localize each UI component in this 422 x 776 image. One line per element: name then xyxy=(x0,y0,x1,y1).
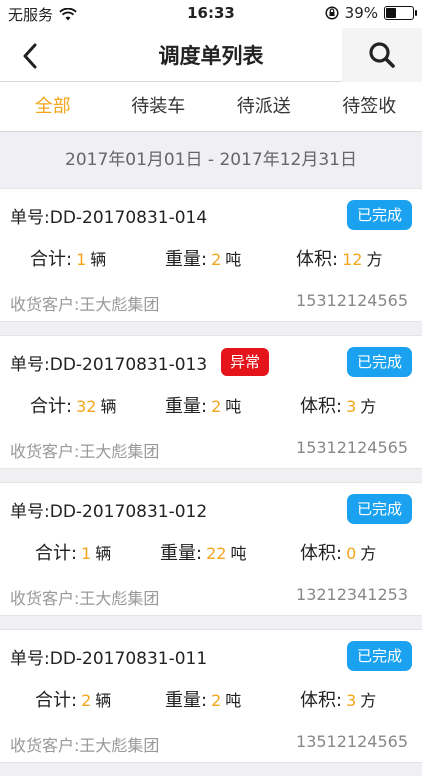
total-value: 32 xyxy=(76,397,96,416)
tab-all[interactable]: 全部 xyxy=(0,82,106,131)
date-range-selector[interactable]: 2017年01月01日 - 2017年12月31日 xyxy=(0,132,422,188)
customer-phone: 13212341253 xyxy=(296,585,408,604)
total-metric: 合计:2辆 xyxy=(35,686,111,712)
weight-value: 22 xyxy=(206,544,226,563)
order-metrics: 合计:1辆 重量:22吨 体积:0方 xyxy=(0,539,422,569)
weight-value: 2 xyxy=(211,397,221,416)
total-value: 1 xyxy=(81,544,91,563)
order-card[interactable]: 单号:DD-20170831-012 已完成 合计:1辆 重量:22吨 体积:0… xyxy=(0,482,422,616)
order-metrics: 合计:32辆 重量:2吨 体积:3方 xyxy=(0,392,422,422)
status-badge: 已完成 xyxy=(347,347,412,377)
order-metrics: 合计:2辆 重量:2吨 体积:3方 xyxy=(0,686,422,716)
status-bar: 无服务 16:33 39% xyxy=(0,0,422,28)
weight-value: 2 xyxy=(211,250,221,269)
weight-metric: 重量:2吨 xyxy=(165,392,241,418)
tab-pending-loading[interactable]: 待装车 xyxy=(106,82,212,131)
order-number: 单号:DD-20170831-014 xyxy=(10,203,207,228)
order-number: 单号:DD-20170831-013 xyxy=(10,350,207,375)
order-number: 单号:DD-20170831-012 xyxy=(10,497,207,522)
total-metric: 合计:1辆 xyxy=(35,539,111,565)
total-value: 2 xyxy=(81,691,91,710)
nav-bar: 调度单列表 xyxy=(0,28,422,82)
volume-metric: 体积:0方 xyxy=(300,539,376,565)
battery-percent: 39% xyxy=(345,4,378,22)
order-card[interactable]: 单号:DD-20170831-014 已完成 合计:1辆 重量:2吨 体积:12… xyxy=(0,188,422,322)
volume-value: 3 xyxy=(346,691,356,710)
volume-value: 12 xyxy=(342,250,362,269)
status-badge: 已完成 xyxy=(347,200,412,230)
status-badge: 已完成 xyxy=(347,641,412,671)
customer-name: 收货客户:王大彪集团 xyxy=(10,585,159,609)
total-value: 1 xyxy=(76,250,86,269)
order-list: 单号:DD-20170831-014 已完成 合计:1辆 重量:2吨 体积:12… xyxy=(0,188,422,776)
volume-metric: 体积:3方 xyxy=(300,686,376,712)
weight-metric: 重量:2吨 xyxy=(165,686,241,712)
filter-tabs: 全部 待装车 待派送 待签收 xyxy=(0,82,422,132)
order-metrics: 合计:1辆 重量:2吨 体积:12方 xyxy=(0,245,422,275)
orientation-lock-icon xyxy=(325,6,339,20)
tab-pending-delivery[interactable]: 待派送 xyxy=(211,82,317,131)
status-badge: 已完成 xyxy=(347,494,412,524)
total-metric: 合计:1辆 xyxy=(30,245,106,271)
volume-metric: 体积:3方 xyxy=(300,392,376,418)
volume-metric: 体积:12方 xyxy=(296,245,382,271)
volume-value: 3 xyxy=(346,397,356,416)
search-icon xyxy=(368,41,396,69)
customer-phone: 15312124565 xyxy=(296,438,408,457)
order-number: 单号:DD-20170831-011 xyxy=(10,644,207,669)
order-card[interactable]: 单号:DD-20170831-013 异常 已完成 合计:32辆 重量:2吨 体… xyxy=(0,335,422,469)
order-card[interactable]: 单号:DD-20170831-011 已完成 合计:2辆 重量:2吨 体积:3方… xyxy=(0,629,422,763)
volume-value: 0 xyxy=(346,544,356,563)
search-button[interactable] xyxy=(342,28,422,82)
customer-phone: 15312124565 xyxy=(296,291,408,310)
weight-metric: 重量:2吨 xyxy=(165,245,241,271)
weight-value: 2 xyxy=(211,691,221,710)
customer-phone: 13512124565 xyxy=(296,732,408,751)
weight-metric: 重量:22吨 xyxy=(160,539,246,565)
abnormal-badge: 异常 xyxy=(221,348,269,376)
customer-name: 收货客户:王大彪集团 xyxy=(10,438,159,462)
customer-name: 收货客户:王大彪集团 xyxy=(10,732,159,756)
total-metric: 合计:32辆 xyxy=(30,392,116,418)
status-right: 39% xyxy=(325,4,414,22)
tab-pending-signing[interactable]: 待签收 xyxy=(317,82,422,131)
customer-name: 收货客户:王大彪集团 xyxy=(10,291,159,315)
battery-icon xyxy=(384,6,414,20)
